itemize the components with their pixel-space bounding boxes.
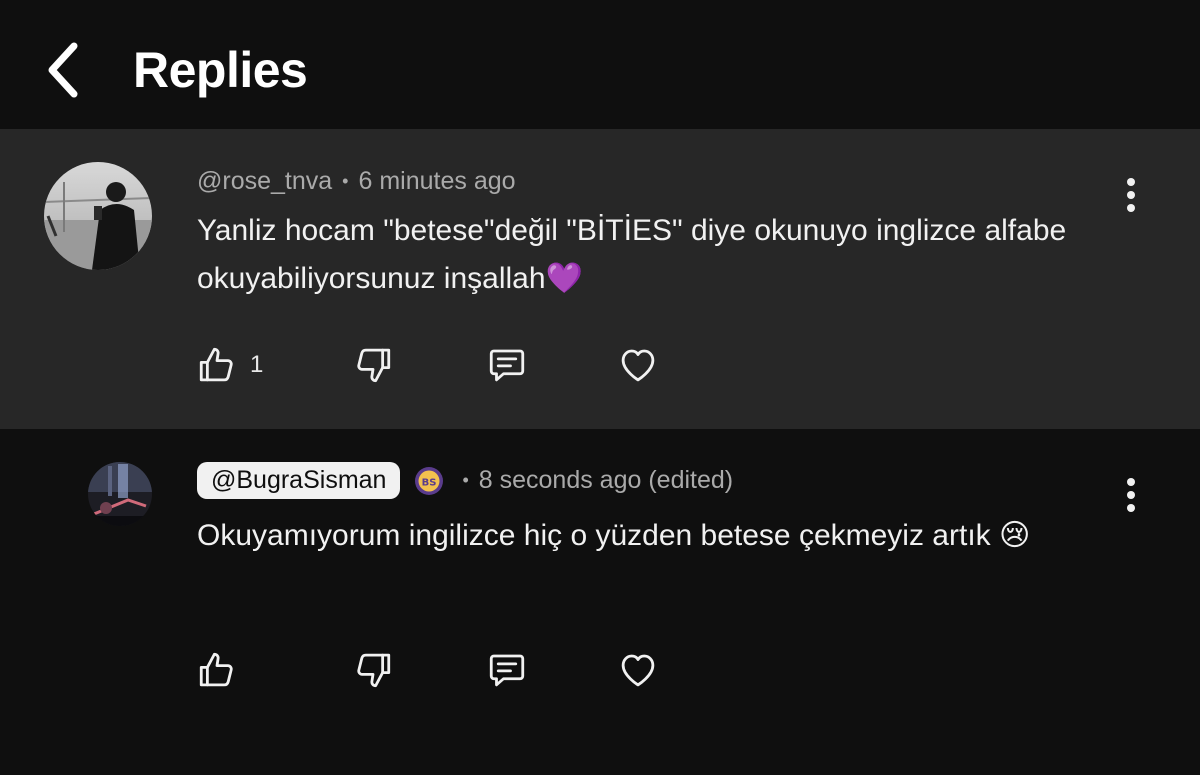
more-vert-icon bbox=[1127, 478, 1135, 512]
dislike-button[interactable] bbox=[352, 344, 486, 386]
page-title: Replies bbox=[133, 42, 308, 98]
badge-text: BS bbox=[422, 477, 437, 488]
heart-icon bbox=[621, 654, 655, 687]
thumb-up-icon bbox=[199, 347, 233, 382]
heart-button[interactable] bbox=[616, 344, 660, 386]
comment-item: @rose_tnva • 6 minutes ago Yanliz hocam … bbox=[0, 129, 1200, 429]
meta-separator: • bbox=[342, 171, 349, 191]
reply-button[interactable] bbox=[486, 649, 616, 691]
comment-actions: 1 bbox=[196, 340, 660, 390]
comment-timestamp: 6 minutes ago bbox=[358, 167, 516, 195]
dislike-button[interactable] bbox=[352, 649, 486, 691]
author-name[interactable]: @BugraSisman bbox=[197, 462, 401, 499]
reply-button[interactable] bbox=[486, 344, 616, 386]
heart-icon bbox=[621, 349, 655, 382]
heart-button[interactable] bbox=[616, 649, 660, 691]
comment-meta: @rose_tnva • 6 minutes ago bbox=[197, 167, 516, 196]
channel-badge-icon: BS bbox=[414, 466, 444, 496]
meta-separator: • bbox=[462, 470, 469, 490]
comment-timestamp: 8 seconds ago (edited) bbox=[478, 466, 734, 494]
comment-item: @BugraSisman BS • 8 seconds ago (edited)… bbox=[0, 429, 1200, 775]
comment-actions bbox=[196, 645, 660, 695]
thumb-down-icon bbox=[357, 348, 391, 383]
thumb-down-icon bbox=[357, 653, 391, 688]
author-name[interactable]: @rose_tnva bbox=[197, 167, 332, 196]
back-button[interactable] bbox=[36, 36, 92, 104]
avatar[interactable] bbox=[44, 162, 152, 270]
comment-text: Yanliz hocam "betese"değil "BİTİES" diye… bbox=[197, 214, 1067, 295]
comment-text: Okuyamıyorum ingilizce hiç o yüzden bete… bbox=[197, 519, 1031, 552]
avatar[interactable] bbox=[88, 462, 152, 526]
thumb-up-icon bbox=[199, 652, 233, 687]
comment-meta: @BugraSisman BS • 8 seconds ago (edited) bbox=[197, 462, 733, 499]
like-button[interactable]: 1 bbox=[196, 344, 352, 386]
chevron-left-icon bbox=[48, 42, 78, 98]
reply-icon bbox=[489, 349, 525, 382]
reply-icon bbox=[489, 654, 525, 687]
like-count: 1 bbox=[250, 351, 264, 378]
top-app-bar: Replies bbox=[0, 0, 1200, 129]
like-button[interactable] bbox=[196, 649, 352, 691]
